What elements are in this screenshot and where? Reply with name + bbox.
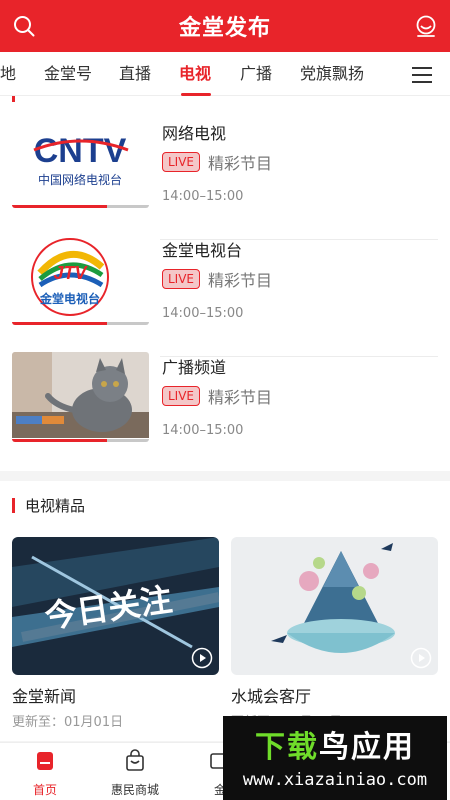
tab-tv[interactable]: 电视 — [179, 52, 211, 96]
card-update-date: 更新至：01月01日 — [12, 715, 124, 730]
progress-bar-track — [107, 439, 149, 442]
featured-card[interactable]: 水城会客厅 更新至：01月01日 — [231, 537, 438, 730]
channel-name: 金堂电视台 — [162, 241, 243, 260]
app-header: 金堂发布 — [0, 0, 450, 52]
watermark: 下载鸟应用 www.xiazainiao.com — [223, 716, 447, 800]
watermark-logo-text: 下载鸟应用 — [223, 722, 447, 766]
tab-local[interactable]: 地 — [0, 52, 16, 96]
list-item[interactable]: CNTV 中国网络电视台 网络电视 LIVE 精彩节目 14:00–15:00 — [12, 106, 438, 223]
channel-name: 网络电视 — [162, 124, 227, 143]
program-time: 14:00–15:00 — [162, 423, 244, 438]
tab-radio[interactable]: 广播 — [240, 52, 272, 96]
app-title: 金堂发布 — [178, 16, 271, 41]
tab-party-flag[interactable]: 党旗飘扬 — [300, 52, 364, 96]
watermark-url: www.xiazainiao.com — [242, 770, 428, 790]
user-profile-button[interactable] — [412, 12, 440, 40]
cntv-thumbnail: CNTV 中国网络电视台 — [12, 118, 149, 208]
watermark-green-part: 下载 — [255, 730, 319, 765]
card-title: 水城会客厅 — [231, 687, 312, 706]
live-badge: LIVE — [162, 152, 201, 172]
program-time: 14:00–15:00 — [162, 189, 244, 204]
play-icon[interactable] — [410, 647, 432, 669]
card-title: 金堂新闻 — [12, 687, 77, 706]
program-desc: 精彩节目 — [208, 271, 273, 290]
program-desc: 精彩节目 — [208, 154, 273, 173]
menu-icon — [412, 67, 432, 83]
jtv-logo-text: JTV — [53, 263, 88, 283]
progress-bar-fill — [12, 205, 107, 208]
user-icon — [416, 15, 436, 37]
jtv-logo: JTV 金堂电视台 — [31, 238, 109, 316]
shopping-bag-icon — [126, 749, 144, 771]
progress-bar-fill — [12, 322, 107, 325]
section-heading-cut — [12, 96, 25, 104]
news-cover: 今日关注 — [12, 537, 219, 675]
progress-bar-track — [107, 322, 149, 325]
program-time: 14:00–15:00 — [162, 306, 244, 321]
home-icon — [37, 752, 53, 770]
jtv-thumbnail: JTV 金堂电视台 — [12, 235, 149, 325]
nav-label: 首页 — [32, 783, 57, 797]
play-icon[interactable] — [191, 647, 213, 669]
channel-tabs: 地 金堂号 直播 电视 广播 党旗飘扬 — [0, 52, 450, 96]
list-item[interactable]: 广播频道 LIVE 精彩节目 14:00–15:00 — [12, 340, 438, 457]
live-channel-list: CNTV 中国网络电视台 网络电视 LIVE 精彩节目 14:00–15:00 — [0, 96, 450, 471]
search-button[interactable] — [10, 12, 38, 40]
tab-jintanghao[interactable]: 金堂号 — [44, 52, 92, 96]
news-cover-art: 今日关注 — [12, 537, 219, 675]
jtv-logo-subtext: 金堂电视台 — [39, 291, 100, 306]
featured-tv-section: 电视精品 今日关注 金堂新闻 更新至：01月01日 水城会客厅 — [0, 481, 450, 741]
list-item[interactable]: JTV 金堂电视台 金堂电视台 LIVE 精彩节目 14:00–15:00 — [12, 223, 438, 340]
screen: 金堂发布 地 金堂号 直播 电视 广播 党旗飘扬 CNTV 中国网络电视台 网络… — [0, 0, 450, 800]
cntv-logo: CNTV 中国网络电视台 — [33, 132, 129, 187]
nav-mall[interactable]: 惠民商城 — [100, 749, 170, 798]
cntv-logo-subtext: 中国网络电视台 — [38, 172, 122, 187]
section-title: 电视精品 — [12, 495, 85, 516]
featured-card[interactable]: 今日关注 金堂新闻 更新至：01月01日 — [12, 537, 219, 730]
talkshow-cover-art — [231, 537, 438, 675]
watermark-white-part: 鸟应用 — [319, 730, 415, 765]
channel-name: 广播频道 — [162, 358, 227, 377]
nav-label: 惠民商城 — [110, 783, 159, 797]
tab-live[interactable]: 直播 — [119, 52, 151, 96]
talkshow-cover — [231, 537, 438, 675]
nav-home[interactable]: 首页 — [10, 749, 80, 798]
program-desc: 精彩节目 — [208, 388, 273, 407]
radio-thumbnail — [12, 352, 149, 442]
cntv-logo-text: CNTV — [34, 132, 127, 170]
progress-bar-track — [107, 205, 149, 208]
progress-bar-fill — [12, 439, 107, 442]
search-icon — [14, 16, 35, 37]
kitten-photo — [12, 352, 149, 438]
live-badge: LIVE — [162, 269, 201, 289]
more-channels-button[interactable] — [412, 64, 432, 84]
live-badge: LIVE — [162, 386, 201, 406]
